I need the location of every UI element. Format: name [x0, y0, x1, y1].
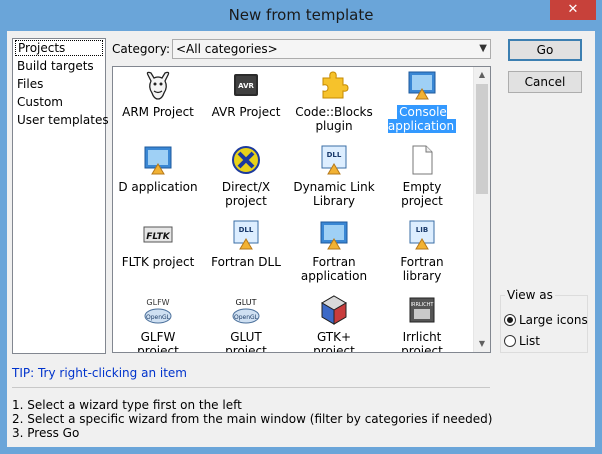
template-label: Irrlicht project: [401, 330, 443, 353]
template-label-selected: Console application: [387, 105, 457, 133]
template-label: GLFW project: [137, 330, 179, 353]
category-dropdown[interactable]: <All categories> ▼: [172, 39, 491, 59]
svg-text:AVR: AVR: [238, 82, 254, 90]
svg-text:OpenGL: OpenGL: [234, 314, 259, 321]
scroll-down-arrow-icon[interactable]: ▼: [474, 336, 490, 352]
instruction-step-2: 2. Select a specific wizard from the mai…: [12, 412, 493, 426]
template-label: Empty project: [401, 180, 443, 208]
dialog-client-area: Projects Build targets Files Custom User…: [7, 31, 595, 447]
template-empty-project[interactable]: Empty project: [377, 142, 467, 216]
d-app-icon: [144, 146, 172, 175]
template-fltk-project[interactable]: FLTK FLTK project: [113, 217, 203, 291]
radio-large-icons-label: Large icons: [519, 313, 588, 327]
cancel-button[interactable]: Cancel: [508, 71, 582, 93]
template-fortran-dll[interactable]: DLL Fortran DLL: [201, 217, 291, 291]
scroll-up-arrow-icon[interactable]: ▲: [474, 67, 490, 83]
template-irrlicht-project[interactable]: IRRLICHT Irrlicht project: [377, 292, 467, 353]
radio-checked-icon: [504, 314, 516, 326]
template-grid[interactable]: ARM Project AVR AVR Project Code::Blocks…: [112, 66, 491, 353]
scroll-thumb[interactable]: [476, 84, 488, 194]
svg-text:OpenGL: OpenGL: [146, 314, 171, 321]
fortran-lib-icon: LIB: [409, 220, 435, 250]
svg-text:FLTK: FLTK: [146, 232, 171, 242]
list-item-custom[interactable]: Custom: [13, 93, 105, 111]
template-label: FLTK project: [121, 255, 195, 269]
radio-large-icons[interactable]: Large icons: [504, 312, 588, 328]
glut-icon: GLUT OpenGL: [232, 298, 260, 324]
divider: [12, 387, 490, 388]
close-button[interactable]: ✕: [550, 0, 596, 20]
template-avr-project[interactable]: AVR AVR Project: [201, 67, 291, 141]
dll-icon: DLL: [321, 145, 347, 175]
template-label: AVR Project: [211, 105, 281, 119]
puzzle-plugin-icon: [322, 71, 349, 99]
glfw-caption: GLFW: [146, 298, 169, 307]
template-fortran-library[interactable]: LIB Fortran library: [377, 217, 467, 291]
svg-text:IRRLICHT: IRRLICHT: [411, 302, 435, 308]
chevron-down-icon: ▼: [479, 43, 487, 54]
template-glut-project[interactable]: GLUT OpenGL GLUT project: [201, 292, 291, 353]
list-item-build-targets[interactable]: Build targets: [13, 57, 105, 75]
title-bar[interactable]: New from template ✕: [0, 0, 602, 31]
gtk-icon: [321, 295, 347, 325]
fortran-dll-icon: DLL: [233, 220, 259, 250]
template-gtk-project[interactable]: GTK+ project: [289, 292, 379, 353]
template-label: ARM Project: [122, 105, 194, 119]
glfw-icon: GLFW OpenGL: [144, 298, 172, 324]
empty-file-icon: [412, 145, 433, 175]
template-d-application[interactable]: D application: [113, 142, 203, 216]
template-arm-project[interactable]: ARM Project: [113, 67, 203, 141]
template-glfw-project[interactable]: GLFW OpenGL GLFW project: [113, 292, 203, 353]
gnu-icon: [146, 71, 170, 100]
template-label: Direct/X project: [221, 180, 271, 208]
window-title: New from template: [228, 6, 374, 24]
radio-list[interactable]: List: [504, 333, 540, 349]
template-label: Fortran application: [300, 255, 368, 283]
radio-list-label: List: [519, 334, 540, 348]
directx-icon: [232, 146, 260, 174]
glut-caption: GLUT: [236, 298, 257, 307]
fortran-app-icon: [320, 221, 348, 250]
list-item-user-templates[interactable]: User templates: [13, 111, 109, 129]
instruction-step-1: 1. Select a wizard type first on the lef…: [12, 398, 242, 412]
view-as-title: View as: [505, 288, 555, 302]
tip-text: TIP: Try right-clicking an item: [12, 366, 187, 380]
console-app-icon: [408, 71, 436, 100]
template-label: Fortran library: [400, 255, 444, 283]
template-label: Fortran DLL: [211, 255, 281, 269]
fltk-icon: FLTK: [143, 226, 173, 243]
new-from-template-dialog: New from template ✕ Projects Build targe…: [0, 0, 602, 454]
svg-text:DLL: DLL: [239, 226, 254, 234]
radio-unchecked-icon: [504, 335, 516, 347]
list-item-files[interactable]: Files: [13, 75, 105, 93]
category-label: Category:: [112, 42, 170, 56]
avr-chip-icon: AVR: [234, 74, 258, 96]
template-label: D application: [118, 180, 198, 194]
irrlicht-icon: IRRLICHT: [409, 297, 435, 323]
category-dropdown-value: <All categories>: [176, 42, 278, 56]
template-label: GLUT project: [225, 330, 267, 353]
template-fortran-application[interactable]: Fortran application: [289, 217, 379, 291]
template-label: GTK+ project: [313, 330, 355, 353]
list-item-projects[interactable]: Projects: [15, 40, 103, 56]
template-codeblocks-plugin[interactable]: Code::Blocks plugin: [289, 67, 379, 141]
svg-text:DLL: DLL: [327, 151, 342, 159]
template-console-application[interactable]: Console application: [377, 67, 467, 141]
go-button[interactable]: Go: [508, 39, 582, 61]
template-directx-project[interactable]: Direct/X project: [201, 142, 291, 216]
instruction-step-3: 3. Press Go: [12, 426, 80, 440]
template-dynamic-link-library[interactable]: DLL Dynamic Link Library: [289, 142, 379, 216]
template-grid-scrollbar[interactable]: ▲ ▼: [473, 67, 490, 352]
svg-text:LIB: LIB: [416, 226, 428, 234]
category-type-list[interactable]: Projects Build targets Files Custom User…: [12, 38, 109, 354]
instructions: 1. Select a wizard type first on the lef…: [12, 398, 492, 440]
template-label: Code::Blocks plugin: [295, 105, 373, 133]
template-label: Dynamic Link Library: [293, 180, 375, 208]
